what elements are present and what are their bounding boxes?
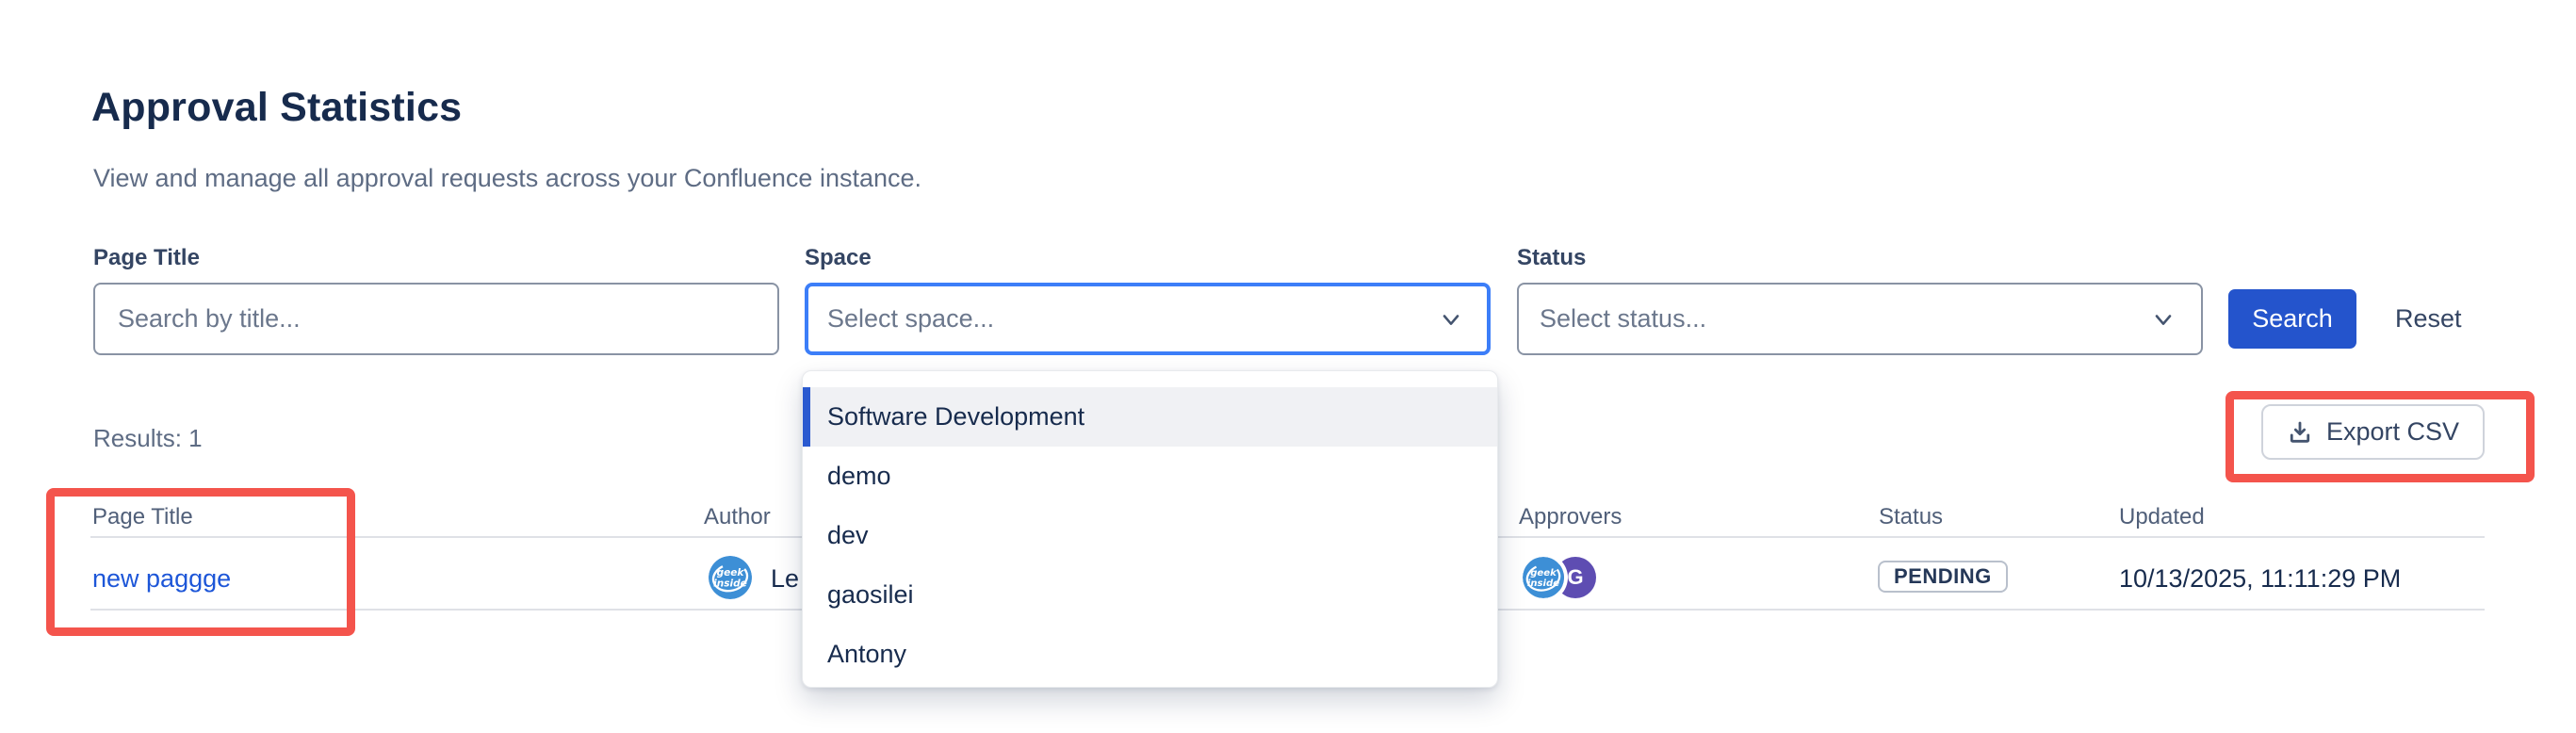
status-filter-label: Status [1517, 245, 1586, 271]
space-option-label: demo [827, 462, 891, 490]
space-option-demo[interactable]: demo [803, 447, 1497, 506]
approver-initial: G [1567, 565, 1583, 590]
column-header-author: Author [704, 504, 771, 530]
space-option-gaosilei[interactable]: gaosilei [803, 565, 1497, 625]
space-option-label: Software Development [827, 402, 1084, 431]
approvers-avatar-stack: geek inside G [1523, 557, 1596, 598]
space-option-antony[interactable]: Antony [803, 625, 1497, 684]
column-header-page-title: Page Title [92, 504, 193, 530]
space-option-label: dev [827, 521, 869, 549]
svg-text:inside: inside [713, 578, 747, 590]
svg-text:geek: geek [1530, 568, 1557, 578]
space-option-software-development[interactable]: Software Development [803, 387, 1497, 447]
selected-option-accent-bar [803, 387, 810, 447]
search-button[interactable]: Search [2228, 289, 2356, 349]
approver-avatar-geek-inside: geek inside [1523, 557, 1564, 598]
space-dropdown-menu: Software Development demo dev gaosilei A… [802, 370, 1498, 688]
svg-text:geek: geek [717, 567, 745, 578]
download-icon [2287, 419, 2313, 446]
page-title-filter-label: Page Title [93, 245, 200, 271]
chevron-down-icon [1438, 306, 1464, 333]
space-select-placeholder: Select space... [827, 304, 994, 334]
space-select[interactable]: Select space... [805, 283, 1491, 355]
approval-statistics-page: Approval Statistics View and manage all … [0, 0, 2576, 733]
column-header-status: Status [1879, 504, 1943, 530]
author-name: Le [771, 564, 799, 593]
export-csv-button[interactable]: Export CSV [2261, 404, 2485, 460]
chevron-down-icon [2150, 306, 2177, 333]
page-title-search-input[interactable] [93, 283, 779, 355]
results-count: Results: 1 [93, 423, 203, 453]
column-header-approvers: Approvers [1519, 504, 1622, 530]
space-option-label: Antony [827, 640, 906, 668]
page-link[interactable]: new paggge [92, 564, 231, 593]
column-header-updated: Updated [2119, 504, 2205, 530]
updated-timestamp: 10/13/2025, 11:11:29 PM [2119, 564, 2401, 593]
status-select[interactable]: Select status... [1517, 283, 2203, 355]
page-title: Approval Statistics [91, 83, 462, 132]
author-avatar: geek inside [709, 556, 752, 599]
svg-text:inside: inside [1527, 578, 1559, 589]
space-filter-label: Space [805, 245, 872, 271]
space-option-dev[interactable]: dev [803, 506, 1497, 565]
space-option-label: gaosilei [827, 580, 914, 609]
status-select-placeholder: Select status... [1540, 304, 1706, 334]
status-badge: PENDING [1878, 561, 2008, 593]
export-csv-label: Export CSV [2326, 417, 2459, 447]
page-subtitle: View and manage all approval requests ac… [93, 162, 921, 194]
reset-button[interactable]: Reset [2386, 289, 2471, 349]
